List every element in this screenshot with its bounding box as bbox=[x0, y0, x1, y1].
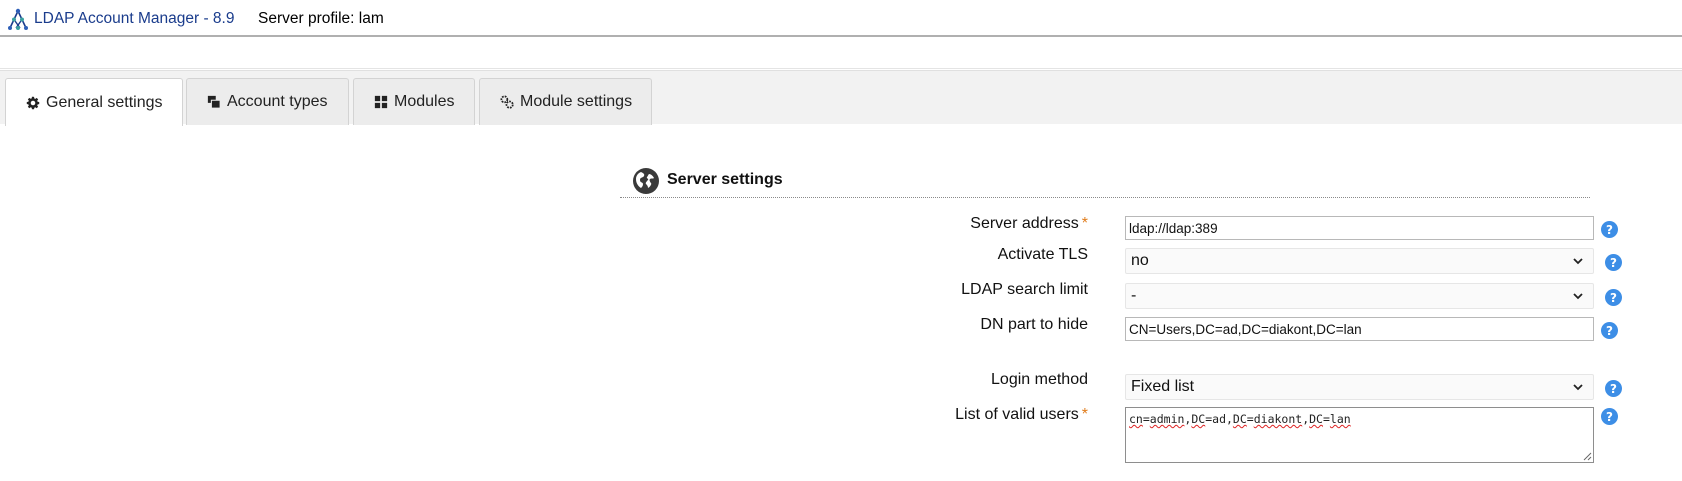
activate-tls-select[interactable]: no bbox=[1125, 248, 1594, 274]
text-part: = bbox=[1322, 412, 1330, 426]
divider bbox=[0, 68, 1682, 69]
tab-label: Module settings bbox=[520, 93, 633, 110]
lam-logo-icon[interactable] bbox=[6, 8, 30, 32]
help-icon-login-method[interactable]: ? bbox=[1605, 380, 1622, 397]
tab-bar: General settings Account types Modules M… bbox=[0, 70, 1682, 126]
gear-icon bbox=[26, 96, 40, 109]
grid-icon bbox=[374, 95, 388, 109]
label-text: Server address bbox=[970, 215, 1079, 232]
chevron-down-icon bbox=[1573, 384, 1583, 391]
server-address-label: Server address * bbox=[970, 215, 1088, 233]
help-icon-search-limit[interactable]: ? bbox=[1605, 289, 1622, 306]
search-limit-select[interactable]: - bbox=[1125, 283, 1594, 309]
search-limit-label: LDAP search limit bbox=[961, 281, 1088, 298]
text-part: DC bbox=[1309, 412, 1323, 426]
chevron-down-icon bbox=[1573, 293, 1583, 300]
chevron-down-icon bbox=[1573, 258, 1583, 265]
resize-handle-icon[interactable] bbox=[1583, 452, 1592, 461]
text-part: = bbox=[1142, 412, 1150, 426]
tab-label: Account types bbox=[227, 93, 328, 110]
select-value: - bbox=[1131, 287, 1137, 304]
text-part: lan bbox=[1329, 412, 1351, 426]
text-part: DC bbox=[1232, 412, 1247, 426]
valid-users-label: List of valid users * bbox=[955, 406, 1088, 424]
label-text: List of valid users bbox=[955, 406, 1079, 423]
required-marker: * bbox=[1081, 215, 1088, 232]
dn-hide-input[interactable]: CN=Users,DC=ad,DC=diakont,DC=lan bbox=[1125, 317, 1594, 341]
required-marker: * bbox=[1081, 406, 1088, 423]
help-icon-valid-users[interactable]: ? bbox=[1601, 408, 1618, 425]
text-part: = bbox=[1246, 412, 1254, 426]
app-title[interactable]: LDAP Account Manager - 8.9 bbox=[34, 10, 234, 28]
section-title: Server settings bbox=[667, 171, 783, 188]
tab-module-settings[interactable]: Module settings bbox=[479, 78, 652, 125]
activate-tls-label: Activate TLS bbox=[997, 246, 1088, 263]
login-method-label: Login method bbox=[991, 371, 1088, 388]
tab-modules[interactable]: Modules bbox=[353, 78, 475, 125]
text-part: =ad, bbox=[1205, 412, 1233, 426]
select-value: Fixed list bbox=[1131, 378, 1195, 395]
login-method-select[interactable]: Fixed list bbox=[1125, 374, 1594, 400]
account-types-icon bbox=[207, 95, 221, 109]
help-icon-dn-hide[interactable]: ? bbox=[1601, 322, 1618, 339]
app-header: LDAP Account Manager - 8.9 Server profil… bbox=[0, 0, 1682, 37]
tab-account-types[interactable]: Account types bbox=[186, 78, 349, 125]
text-part: admin bbox=[1149, 412, 1185, 426]
server-settings-header: Server settings bbox=[620, 164, 1590, 198]
globe-icon bbox=[633, 168, 659, 194]
help-icon-activate-tls[interactable]: ? bbox=[1605, 254, 1622, 271]
text-part: diakont bbox=[1253, 412, 1303, 426]
field-value: CN=Users,DC=ad,DC=diakont,DC=lan bbox=[1129, 321, 1362, 337]
valid-users-textarea[interactable]: cn=admin,DC=ad,DC=diakont,DC=lan bbox=[1125, 407, 1594, 463]
help-icon-server-address[interactable]: ? bbox=[1601, 221, 1618, 238]
tab-label: Modules bbox=[394, 93, 455, 110]
server-profile: Server profile: lam bbox=[258, 10, 384, 27]
tab-general-settings[interactable]: General settings bbox=[5, 78, 183, 126]
text-part: DC bbox=[1191, 412, 1206, 426]
gears-icon bbox=[500, 95, 514, 109]
field-value: ldap://ldap:389 bbox=[1129, 220, 1218, 236]
tab-label: General settings bbox=[46, 93, 163, 111]
text-part: cn bbox=[1129, 412, 1143, 426]
dn-hide-label: DN part to hide bbox=[980, 316, 1088, 333]
select-value: no bbox=[1131, 252, 1149, 269]
server-address-input[interactable]: ldap://ldap:389 bbox=[1125, 216, 1594, 240]
